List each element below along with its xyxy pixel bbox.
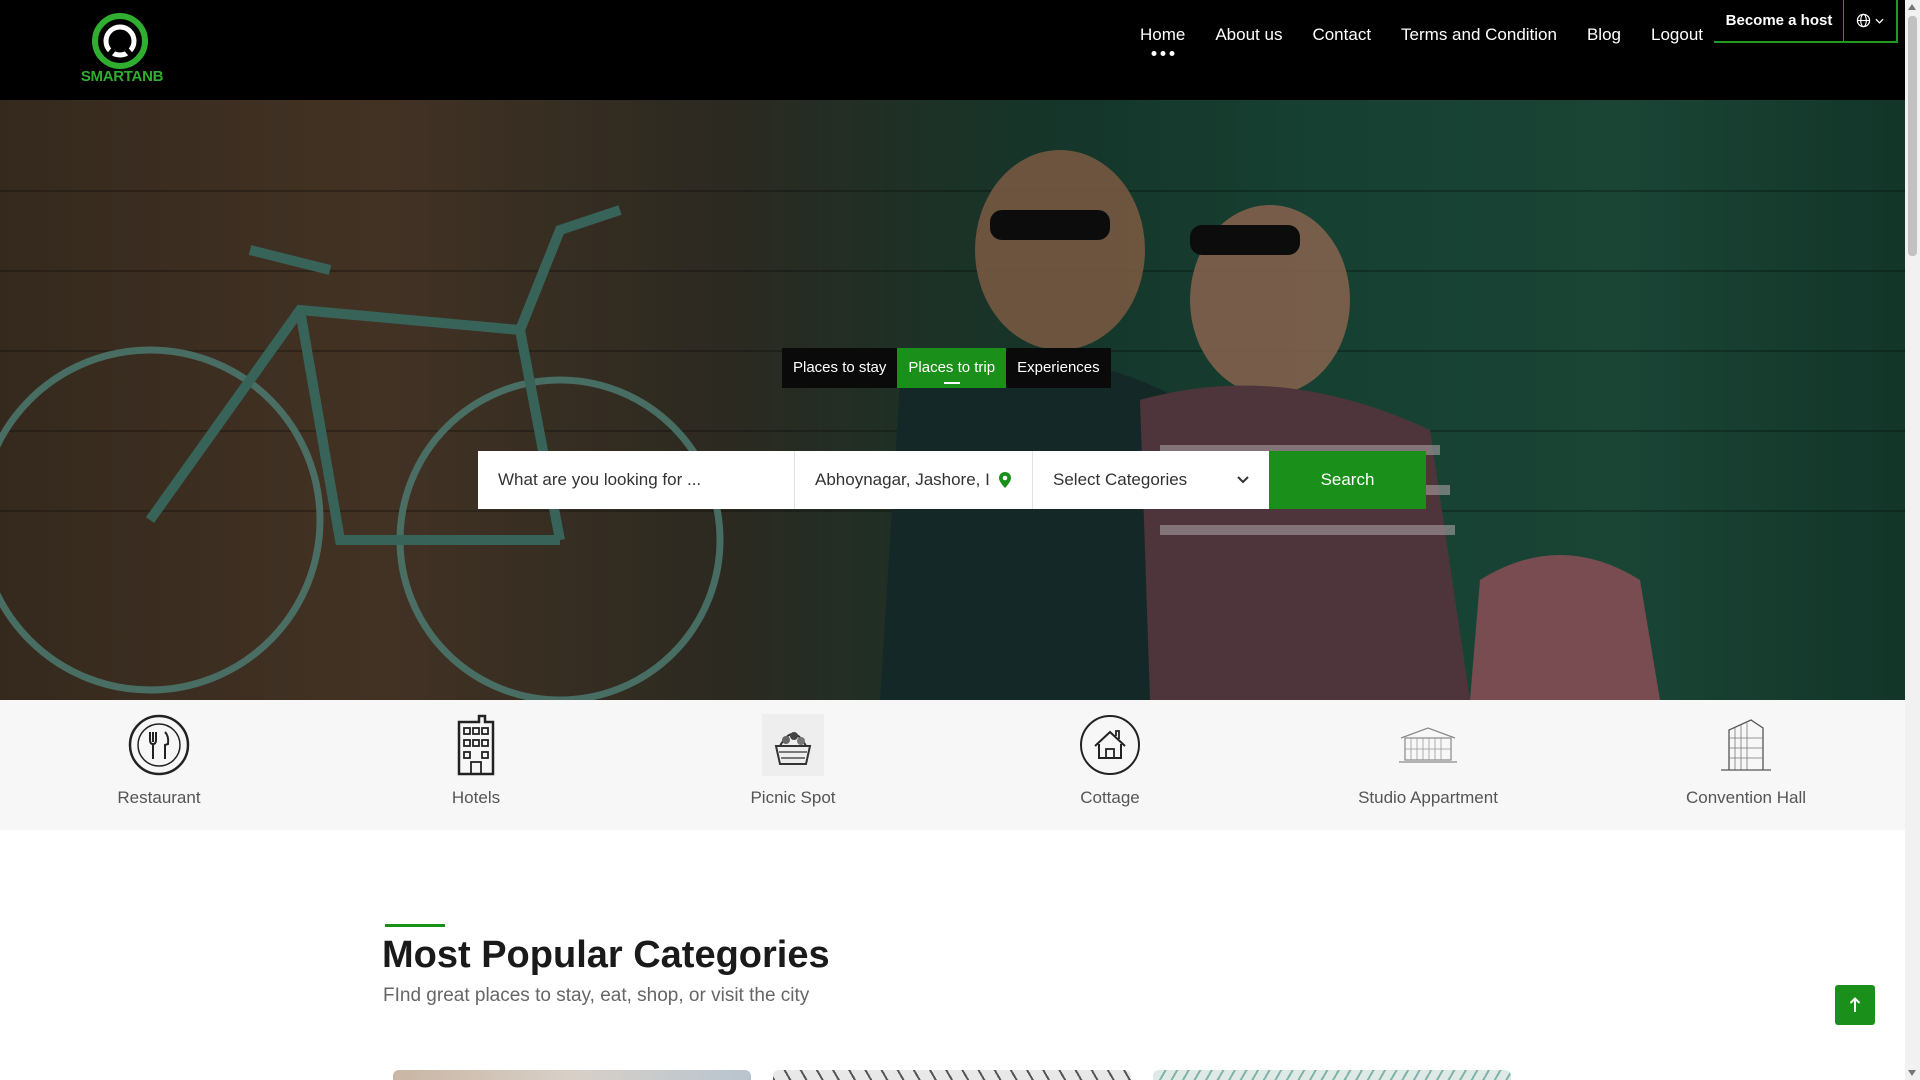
language-selector[interactable] — [1843, 0, 1898, 43]
section-accent-line — [385, 924, 445, 927]
search-bar: What are you looking for ... Abhoynagar,… — [478, 451, 1426, 509]
tab-places-to-trip[interactable]: Places to trip — [897, 348, 1007, 388]
category-label: Studio Appartment — [1358, 788, 1498, 807]
scroll-to-top-button[interactable] — [1835, 985, 1875, 1025]
category-label: Convention Hall — [1685, 788, 1806, 807]
nav-blog[interactable]: Blog — [1587, 24, 1621, 64]
category-studio-appartment[interactable]: Studio Appartment — [1318, 714, 1538, 808]
restaurant-icon — [128, 714, 190, 776]
cottage-icon — [1080, 715, 1140, 775]
category-restaurant[interactable]: Restaurant — [49, 714, 269, 808]
nav-terms[interactable]: Terms and Condition — [1401, 24, 1557, 64]
category-card-image[interactable] — [1153, 1070, 1511, 1080]
nav-home-label: Home — [1139, 25, 1186, 44]
picnic-icon — [774, 732, 812, 765]
logo[interactable]: SMARTANB — [72, 12, 172, 90]
nav-contact[interactable]: Contact — [1312, 24, 1371, 64]
category-picnic-spot[interactable]: Picnic Spot — [683, 714, 903, 808]
section-subtitle: FInd great places to stay, eat, shop, or… — [383, 985, 810, 1006]
category-label: Hotels — [451, 788, 501, 807]
category-hotels[interactable]: Hotels — [366, 714, 586, 808]
location-input[interactable]: Abhoynagar, Jashore, I — [795, 451, 1033, 509]
nav-logout[interactable]: Logout — [1651, 24, 1703, 64]
nav-home[interactable]: Home — [1140, 24, 1185, 64]
search-type-tabs: Places to stay Places to trip Experience… — [782, 348, 1111, 388]
tab-experiences[interactable]: Experiences — [1006, 348, 1111, 388]
category-label: Restaurant — [117, 788, 201, 807]
nav-about[interactable]: About us — [1215, 24, 1282, 64]
category-label: Picnic Spot — [750, 788, 836, 807]
chevron-down-icon — [1237, 476, 1249, 484]
search-button[interactable]: Search — [1269, 451, 1426, 509]
category-select-value: Select Categories — [1053, 470, 1188, 489]
arrow-up-icon — [1849, 997, 1861, 1012]
convention-hall-icon — [1721, 719, 1771, 771]
scrollbar-thumb[interactable] — [1908, 16, 1917, 256]
site-header: SMARTANB Home About us Contact Terms and… — [0, 0, 1905, 100]
section-title: Most Popular Categories — [382, 934, 830, 976]
search-input[interactable]: What are you looking for ... — [478, 451, 795, 509]
logo-mark-icon — [92, 13, 148, 69]
scroll-down-arrow-icon[interactable] — [1908, 1070, 1916, 1076]
category-card-image[interactable] — [393, 1070, 751, 1080]
category-strip: Restaurant Hotels Picnic Spot Cottage St… — [0, 700, 1905, 830]
page-scrollbar[interactable] — [1905, 0, 1920, 1080]
category-convention-hall[interactable]: Convention Hall — [1636, 714, 1856, 808]
hero-banner — [0, 100, 1905, 700]
become-host-button[interactable]: Become a host — [1714, 0, 1844, 43]
location-pin-icon[interactable] — [998, 471, 1012, 489]
studio-icon — [1399, 727, 1457, 763]
location-value: Abhoynagar, Jashore, I — [815, 470, 990, 489]
category-label: Cottage — [1080, 788, 1140, 807]
globe-icon — [1856, 13, 1871, 28]
category-cottage[interactable]: Cottage — [1000, 714, 1220, 808]
category-select[interactable]: Select Categories — [1033, 451, 1269, 509]
scroll-up-arrow-icon[interactable] — [1908, 4, 1916, 10]
logo-text: SMARTANB — [80, 68, 164, 85]
main-nav: Home About us Contact Terms and Conditio… — [1140, 24, 1703, 64]
hotel-icon — [457, 714, 495, 776]
active-indicator — [1151, 51, 1175, 56]
chevron-down-icon — [1875, 18, 1884, 24]
category-card-image[interactable] — [773, 1070, 1131, 1080]
tab-places-to-stay[interactable]: Places to stay — [782, 348, 898, 388]
